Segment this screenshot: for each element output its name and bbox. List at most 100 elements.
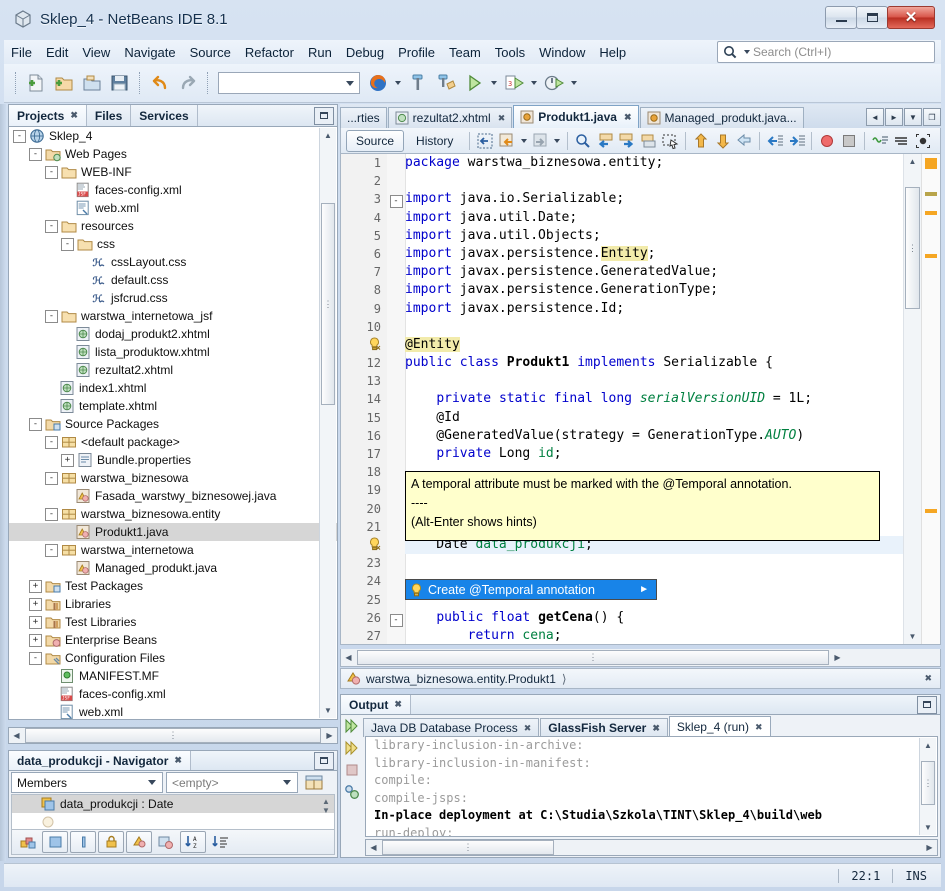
error-stripe-column[interactable]: [921, 154, 940, 644]
forward-dropdown-icon[interactable]: [554, 138, 561, 143]
toggle-bookmark-button[interactable]: [638, 130, 660, 152]
editor-vscrollbar[interactable]: ▲ ⋮ ▼: [903, 154, 921, 644]
new-file-button[interactable]: [22, 69, 50, 97]
shift-line-button[interactable]: [733, 130, 755, 152]
error-stripe-mark[interactable]: [925, 509, 937, 513]
scroll-right-icon[interactable]: ▶: [922, 840, 937, 855]
browser-select-button[interactable]: [364, 69, 392, 97]
code-line[interactable]: private static final long serialVersionU…: [405, 390, 904, 408]
next-bookmark-button[interactable]: [616, 130, 638, 152]
menu-team[interactable]: Team: [442, 42, 488, 63]
tree-toggle[interactable]: -: [45, 435, 58, 449]
vscroll-track[interactable]: ⋮: [320, 143, 336, 703]
tree-toggle[interactable]: +: [29, 597, 42, 611]
tree-item-warstwa-biznesowa[interactable]: - warstwa_biznesowa: [9, 469, 337, 487]
tree-item-produkt1-java[interactable]: Produkt1.java: [9, 523, 337, 541]
editor-mode-source[interactable]: Source: [346, 129, 405, 152]
code-line[interactable]: [405, 554, 904, 572]
tree-item-warstwa-internetowa-jsf[interactable]: - warstwa_internetowa_jsf: [9, 307, 337, 325]
navigator-link-button[interactable]: [302, 772, 326, 792]
navigator-scope-combo[interactable]: <empty>: [166, 772, 298, 793]
menu-profile[interactable]: Profile: [391, 42, 442, 63]
debug-dropdown-icon[interactable]: [531, 81, 537, 85]
sort-by-source-button[interactable]: [208, 832, 232, 852]
tree-item-dodaj-produkt2-xhtml[interactable]: dodaj_produkt2.xhtml: [9, 325, 337, 343]
tree-item-test-libraries[interactable]: + Test Libraries: [9, 613, 337, 631]
close-icon[interactable]: ✖: [498, 113, 506, 124]
maximize-button[interactable]: [856, 6, 888, 29]
tree-toggle[interactable]: -: [45, 543, 58, 557]
scroll-left-icon[interactable]: ◀: [341, 650, 356, 665]
editor-hscrollbar[interactable]: ◀ ⋮ ▶: [340, 649, 941, 667]
build-project-button[interactable]: [404, 69, 432, 97]
close-icon[interactable]: ✖: [174, 755, 182, 766]
show-inherited-members-button[interactable]: [16, 832, 40, 852]
scroll-up-icon[interactable]: ▲: [921, 738, 936, 753]
editor-mode-history[interactable]: History: [407, 131, 462, 151]
tree-toggle[interactable]: -: [45, 165, 58, 179]
tree-item-configuration-files[interactable]: - Configuration Files: [9, 649, 337, 667]
code-line[interactable]: public float getCena() {: [405, 609, 904, 627]
tree-item-index1-xhtml[interactable]: index1.xhtml: [9, 379, 337, 397]
last-edit-button[interactable]: [474, 130, 496, 152]
navigator-list-scrollbar[interactable]: ▲ ▼: [320, 797, 332, 815]
new-project-button[interactable]: [50, 69, 78, 97]
stop-process-button[interactable]: [341, 759, 363, 781]
toggle-highlight-button[interactable]: [869, 130, 891, 152]
tree-item-jsfcrud-css[interactable]: ℋjsfcrud.css: [9, 289, 337, 307]
tree-item-libraries[interactable]: + Libraries: [9, 595, 337, 613]
output-hscroll-thumb[interactable]: ⋮: [382, 840, 554, 855]
close-icon[interactable]: ✖: [652, 723, 660, 734]
tree-item-warstwa-internetowa[interactable]: - warstwa_internetowa: [9, 541, 337, 559]
vscroll-thumb[interactable]: ⋮: [321, 203, 335, 405]
shift-right-button[interactable]: [786, 130, 808, 152]
scroll-right-icon[interactable]: ▶: [830, 650, 845, 665]
tree-item-web-xml[interactable]: web.xml: [9, 199, 337, 217]
code-line[interactable]: import java.util.Date;: [405, 209, 904, 227]
project-config-combo[interactable]: [218, 72, 360, 94]
code-line[interactable]: import javax.persistence.GenerationType;: [405, 281, 904, 299]
tree-item-fasada-warstwy-biznesowej-java[interactable]: Fasada_warstwy_biznesowej.java: [9, 487, 337, 505]
navigator-members-list[interactable]: data_produkcji : Date ▲ ▼: [11, 794, 335, 830]
code-editor[interactable]: 1 2 3 4 5 6 7 8 9 10 12 13 14 15 16 17 18 19 20 21 23 24 25 26 2…: [340, 154, 941, 645]
run-project-button[interactable]: [460, 69, 488, 97]
editor-hscroll-thumb[interactable]: ⋮: [357, 650, 829, 665]
tree-toggle[interactable]: +: [29, 615, 42, 629]
code-line[interactable]: @GeneratedValue(strategy = GenerationTyp…: [405, 427, 904, 445]
menu-tools[interactable]: Tools: [488, 42, 532, 63]
tree-item-manifest-mf[interactable]: MANIFEST.MF: [9, 667, 337, 685]
menu-refactor[interactable]: Refactor: [238, 42, 301, 63]
back-dropdown-icon[interactable]: [520, 138, 527, 143]
tree-item-css[interactable]: - css: [9, 235, 337, 253]
error-stripe-mark[interactable]: [925, 192, 937, 196]
minimize-projects-button[interactable]: [314, 106, 334, 125]
tree-item-web-xml[interactable]: web.xml: [9, 703, 337, 719]
menu-view[interactable]: View: [75, 42, 117, 63]
close-icon[interactable]: ✖: [70, 110, 78, 121]
output-console[interactable]: library-inclusion-in-archive: library-inc…: [365, 736, 938, 837]
tree-item-template-xhtml[interactable]: template.xhtml: [9, 397, 337, 415]
tree-item-csslayout-css[interactable]: ℋcssLayout.css: [9, 253, 337, 271]
editor-vscroll-track[interactable]: ⋮: [904, 169, 921, 629]
minimize-navigator-button[interactable]: [314, 751, 334, 770]
profile-dropdown-icon[interactable]: [571, 81, 577, 85]
tree-toggle[interactable]: -: [45, 507, 58, 521]
editor-tab-produkt1[interactable]: Produkt1.java ✖: [513, 105, 639, 128]
tree-item-web-inf[interactable]: - WEB-INF: [9, 163, 337, 181]
navigator-member-row-partial[interactable]: [12, 813, 334, 829]
browser-dropdown-icon[interactable]: [395, 81, 401, 85]
stop-button[interactable]: [838, 130, 860, 152]
tree-item-managed-produkt-java[interactable]: Managed_produkt.java: [9, 559, 337, 577]
show-protected-button[interactable]: [70, 831, 96, 853]
close-icon[interactable]: ✖: [524, 723, 532, 734]
code-line[interactable]: @Id: [405, 409, 904, 427]
tree-item-default-package[interactable]: - <default package>: [9, 433, 337, 451]
code-line[interactable]: [405, 172, 904, 190]
tree-toggle[interactable]: -: [13, 129, 26, 143]
back-button[interactable]: [496, 130, 518, 152]
show-package-private-button[interactable]: [98, 831, 124, 853]
tree-toggle[interactable]: +: [29, 633, 42, 647]
tree-item-web-pages[interactable]: - Web Pages: [9, 145, 337, 163]
navigator-filter-combo[interactable]: Members: [11, 772, 163, 793]
hscroll-thumb[interactable]: ⋮: [25, 728, 321, 743]
